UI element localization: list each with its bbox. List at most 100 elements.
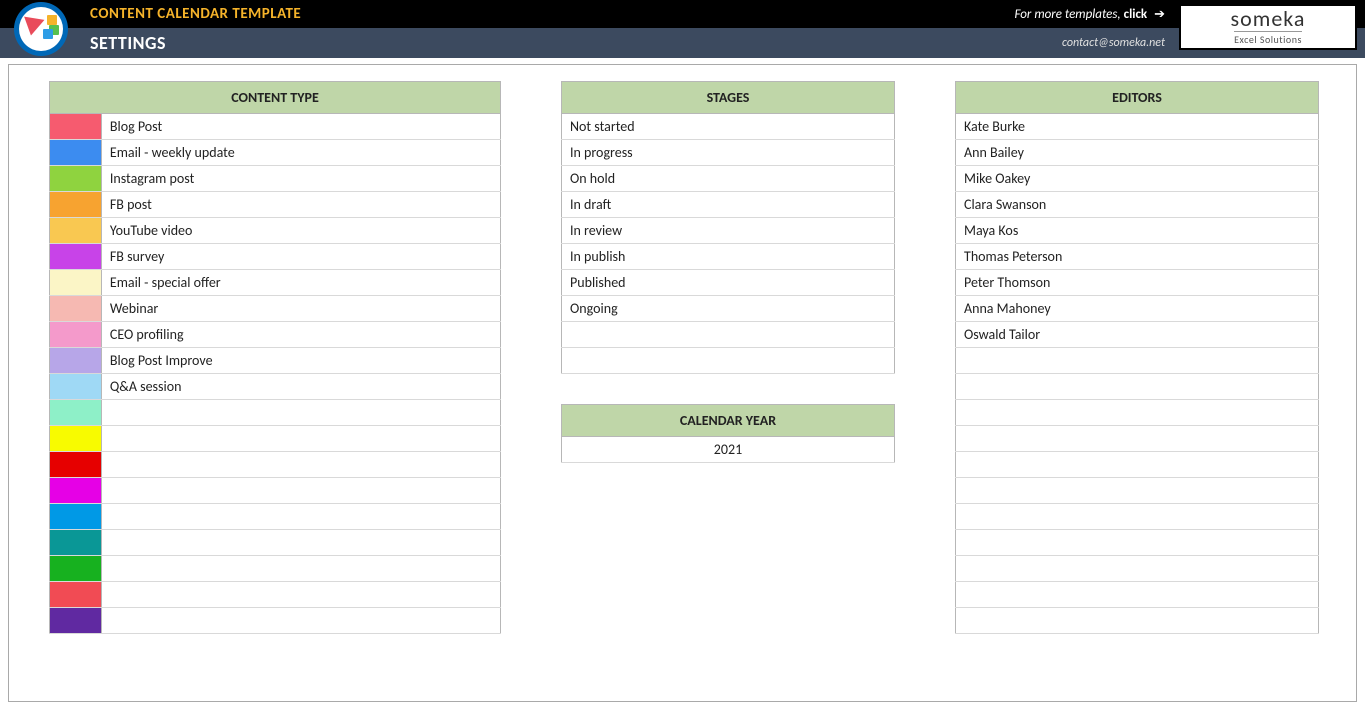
table-row: Oswald Tailor — [956, 322, 1319, 348]
table-row — [956, 530, 1319, 556]
table-row: Email - weekly update — [50, 140, 501, 166]
sub-bar: SETTINGS contact@someka.net — [0, 28, 1365, 58]
editor-cell[interactable]: Peter Thomson — [956, 270, 1319, 296]
table-row: YouTube video — [50, 218, 501, 244]
table-row — [50, 530, 501, 556]
editor-cell[interactable]: Oswald Tailor — [956, 322, 1319, 348]
editor-cell[interactable] — [956, 452, 1319, 478]
editor-cell[interactable]: Clara Swanson — [956, 192, 1319, 218]
content-type-cell[interactable] — [101, 452, 500, 478]
calendar-year-value[interactable]: 2021 — [562, 437, 895, 463]
content-type-cell[interactable] — [101, 400, 500, 426]
editor-cell[interactable] — [956, 400, 1319, 426]
editor-cell[interactable] — [956, 504, 1319, 530]
color-swatch[interactable] — [50, 556, 102, 582]
content-type-heading: CONTENT TYPE — [50, 82, 501, 114]
content-type-cell[interactable]: CEO profiling — [101, 322, 500, 348]
color-swatch[interactable] — [50, 374, 102, 400]
table-row: Not started — [562, 114, 895, 140]
editor-cell[interactable] — [956, 530, 1319, 556]
editor-cell[interactable] — [956, 426, 1319, 452]
table-row: Q&A session — [50, 374, 501, 400]
table-row — [956, 478, 1319, 504]
editor-cell[interactable] — [956, 582, 1319, 608]
stage-cell[interactable]: Ongoing — [562, 296, 895, 322]
table-row: Instagram post — [50, 166, 501, 192]
color-swatch[interactable] — [50, 192, 102, 218]
stage-cell[interactable]: In review — [562, 218, 895, 244]
content-type-cell[interactable]: Blog Post — [101, 114, 500, 140]
table-row — [50, 478, 501, 504]
color-swatch[interactable] — [50, 348, 102, 374]
content-type-cell[interactable] — [101, 530, 500, 556]
stage-cell[interactable] — [562, 322, 895, 348]
color-swatch[interactable] — [50, 296, 102, 322]
content-type-cell[interactable]: FB survey — [101, 244, 500, 270]
editor-cell[interactable] — [956, 608, 1319, 634]
table-row — [562, 348, 895, 374]
color-swatch[interactable] — [50, 166, 102, 192]
content-type-cell[interactable] — [101, 608, 500, 634]
table-row: CEO profiling — [50, 322, 501, 348]
content-type-cell[interactable] — [101, 556, 500, 582]
content-type-cell[interactable]: Email - special offer — [101, 270, 500, 296]
brand-logo-icon — [14, 2, 68, 56]
color-swatch[interactable] — [50, 452, 102, 478]
more-templates-link[interactable]: For more templates, click ➔ — [1014, 7, 1165, 22]
stage-cell[interactable]: In publish — [562, 244, 895, 270]
color-swatch[interactable] — [50, 426, 102, 452]
color-swatch[interactable] — [50, 270, 102, 296]
content-type-cell[interactable] — [101, 504, 500, 530]
brand-box[interactable]: someka Excel Solutions — [1179, 4, 1357, 50]
content-type-cell[interactable] — [101, 426, 500, 452]
content-type-cell[interactable]: Email - weekly update — [101, 140, 500, 166]
stage-cell[interactable] — [562, 348, 895, 374]
color-swatch[interactable] — [50, 608, 102, 634]
table-row: FB post — [50, 192, 501, 218]
color-swatch[interactable] — [50, 218, 102, 244]
stage-cell[interactable]: In progress — [562, 140, 895, 166]
contact-email[interactable]: contact@someka.net — [1062, 36, 1165, 50]
color-swatch[interactable] — [50, 582, 102, 608]
editor-cell[interactable] — [956, 348, 1319, 374]
content-type-cell[interactable]: YouTube video — [101, 218, 500, 244]
color-swatch[interactable] — [50, 322, 102, 348]
content-type-cell[interactable] — [101, 478, 500, 504]
editor-cell[interactable]: Maya Kos — [956, 218, 1319, 244]
content-type-cell[interactable]: Q&A session — [101, 374, 500, 400]
color-swatch[interactable] — [50, 400, 102, 426]
color-swatch[interactable] — [50, 140, 102, 166]
table-row — [50, 504, 501, 530]
table-row — [956, 426, 1319, 452]
table-row: Mike Oakey — [956, 166, 1319, 192]
color-swatch[interactable] — [50, 504, 102, 530]
editor-cell[interactable] — [956, 478, 1319, 504]
editor-cell[interactable] — [956, 374, 1319, 400]
color-swatch[interactable] — [50, 530, 102, 556]
content-type-cell[interactable]: Instagram post — [101, 166, 500, 192]
stage-cell[interactable]: Published — [562, 270, 895, 296]
table-row: In progress — [562, 140, 895, 166]
editor-cell[interactable]: Mike Oakey — [956, 166, 1319, 192]
content-type-cell[interactable]: FB post — [101, 192, 500, 218]
table-row: Email - special offer — [50, 270, 501, 296]
content-type-cell[interactable]: Webinar — [101, 296, 500, 322]
editor-cell[interactable]: Kate Burke — [956, 114, 1319, 140]
color-swatch[interactable] — [50, 244, 102, 270]
editor-cell[interactable] — [956, 556, 1319, 582]
content-type-cell[interactable]: Blog Post Improve — [101, 348, 500, 374]
editor-cell[interactable]: Anna Mahoney — [956, 296, 1319, 322]
stage-cell[interactable]: In draft — [562, 192, 895, 218]
stage-cell[interactable]: Not started — [562, 114, 895, 140]
color-swatch[interactable] — [50, 478, 102, 504]
color-swatch[interactable] — [50, 114, 102, 140]
calendar-year-heading: CALENDAR YEAR — [562, 405, 895, 437]
table-row — [956, 608, 1319, 634]
editor-cell[interactable]: Ann Bailey — [956, 140, 1319, 166]
table-row: Published — [562, 270, 895, 296]
stage-cell[interactable]: On hold — [562, 166, 895, 192]
table-row: Maya Kos — [956, 218, 1319, 244]
arrow-right-icon: ➔ — [1154, 7, 1165, 22]
editor-cell[interactable]: Thomas Peterson — [956, 244, 1319, 270]
content-type-cell[interactable] — [101, 582, 500, 608]
